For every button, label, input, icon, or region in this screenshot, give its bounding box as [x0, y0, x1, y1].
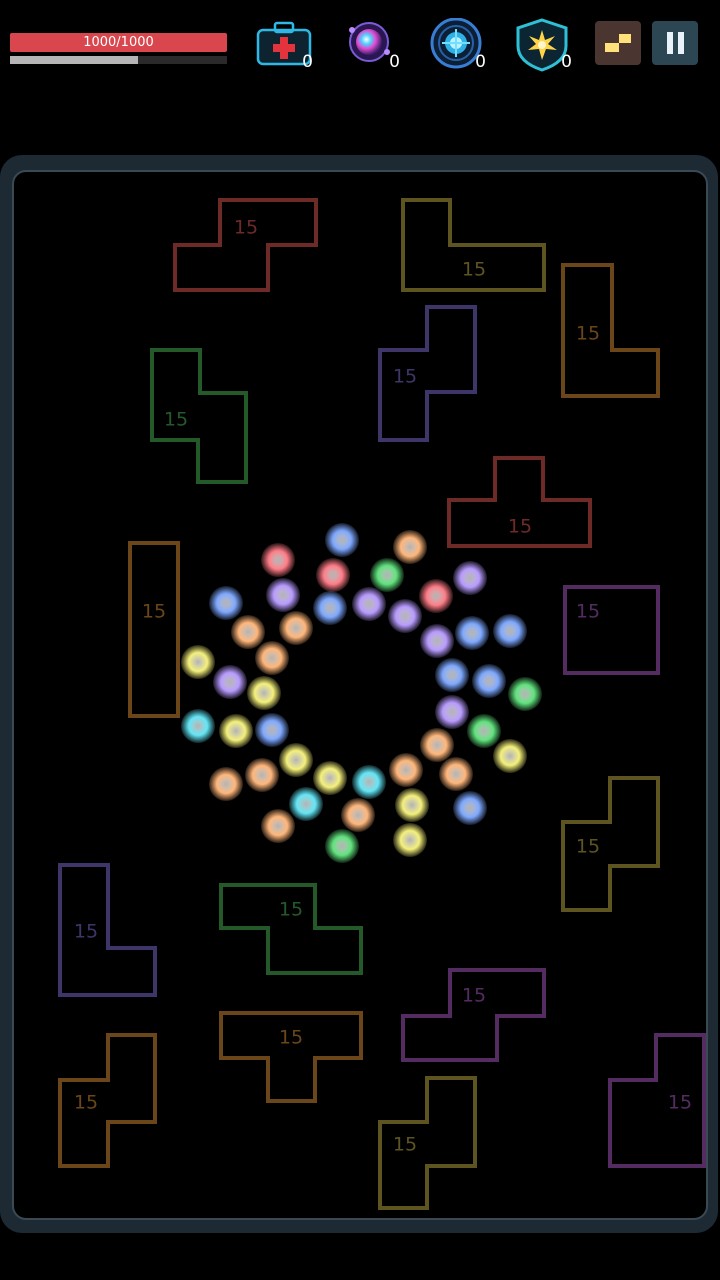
glow-ball	[370, 558, 404, 592]
glow-ball	[181, 709, 215, 743]
brick-hit-count: 15	[576, 836, 600, 858]
glow-ball	[435, 695, 469, 729]
brick-hit-count: 15	[74, 1092, 98, 1114]
glow-ball	[325, 523, 359, 557]
glow-ball	[389, 753, 423, 787]
glow-ball	[352, 765, 386, 799]
glow-ball	[261, 543, 295, 577]
glow-ball	[245, 758, 279, 792]
glow-ball	[420, 728, 454, 762]
brick-hit-count: 15	[279, 899, 303, 921]
glow-ball	[279, 611, 313, 645]
brick-hit-count: 15	[576, 323, 600, 345]
glow-ball	[493, 614, 527, 648]
glow-ball	[219, 714, 253, 748]
glow-ball	[313, 591, 347, 625]
glow-ball	[393, 530, 427, 564]
glow-ball	[352, 587, 386, 621]
brick-hit-count: 15	[393, 366, 417, 388]
glow-ball	[453, 561, 487, 595]
glow-ball	[325, 829, 359, 863]
glow-ball	[209, 586, 243, 620]
glow-ball	[393, 823, 427, 857]
board-content: 15 15 15 15 15 15 15 15 15 15 15 15 15 15 15 15	[58, 198, 706, 1210]
glow-ball	[453, 791, 487, 825]
brick-block	[401, 968, 546, 1062]
glow-ball	[181, 645, 215, 679]
brick-hit-count: 15	[668, 1092, 692, 1114]
glow-ball	[316, 558, 350, 592]
brick-hit-count: 15	[234, 217, 258, 239]
glow-ball	[395, 788, 429, 822]
glow-ball	[493, 739, 527, 773]
glow-ball	[419, 579, 453, 613]
brick-hit-count: 15	[508, 516, 532, 538]
brick-hit-count: 15	[279, 1027, 303, 1049]
brick-hit-count: 15	[74, 921, 98, 943]
glow-ball	[255, 713, 289, 747]
brick-hit-count: 15	[393, 1134, 417, 1156]
brick-block	[173, 198, 318, 292]
glow-ball	[388, 599, 422, 633]
glow-ball	[209, 767, 243, 801]
glow-ball	[289, 787, 323, 821]
glow-ball	[472, 664, 506, 698]
glow-ball	[231, 615, 265, 649]
glow-ball	[439, 757, 473, 791]
brick-hit-count: 15	[462, 985, 486, 1007]
glow-ball	[261, 809, 295, 843]
brick-block	[128, 541, 180, 718]
glow-ball	[255, 641, 289, 675]
glow-ball	[313, 761, 347, 795]
glow-ball	[341, 798, 375, 832]
brick-hit-count: 15	[576, 601, 600, 623]
glow-ball	[247, 676, 281, 710]
glow-ball	[455, 616, 489, 650]
glow-ball	[420, 624, 454, 658]
glow-ball	[213, 665, 247, 699]
glow-ball	[266, 578, 300, 612]
glow-ball	[508, 677, 542, 711]
glow-ball	[435, 658, 469, 692]
glow-ball	[467, 714, 501, 748]
brick-hit-count: 15	[142, 601, 166, 623]
glow-ball	[279, 743, 313, 777]
brick-hit-count: 15	[462, 259, 486, 281]
brick-hit-count: 15	[164, 409, 188, 431]
